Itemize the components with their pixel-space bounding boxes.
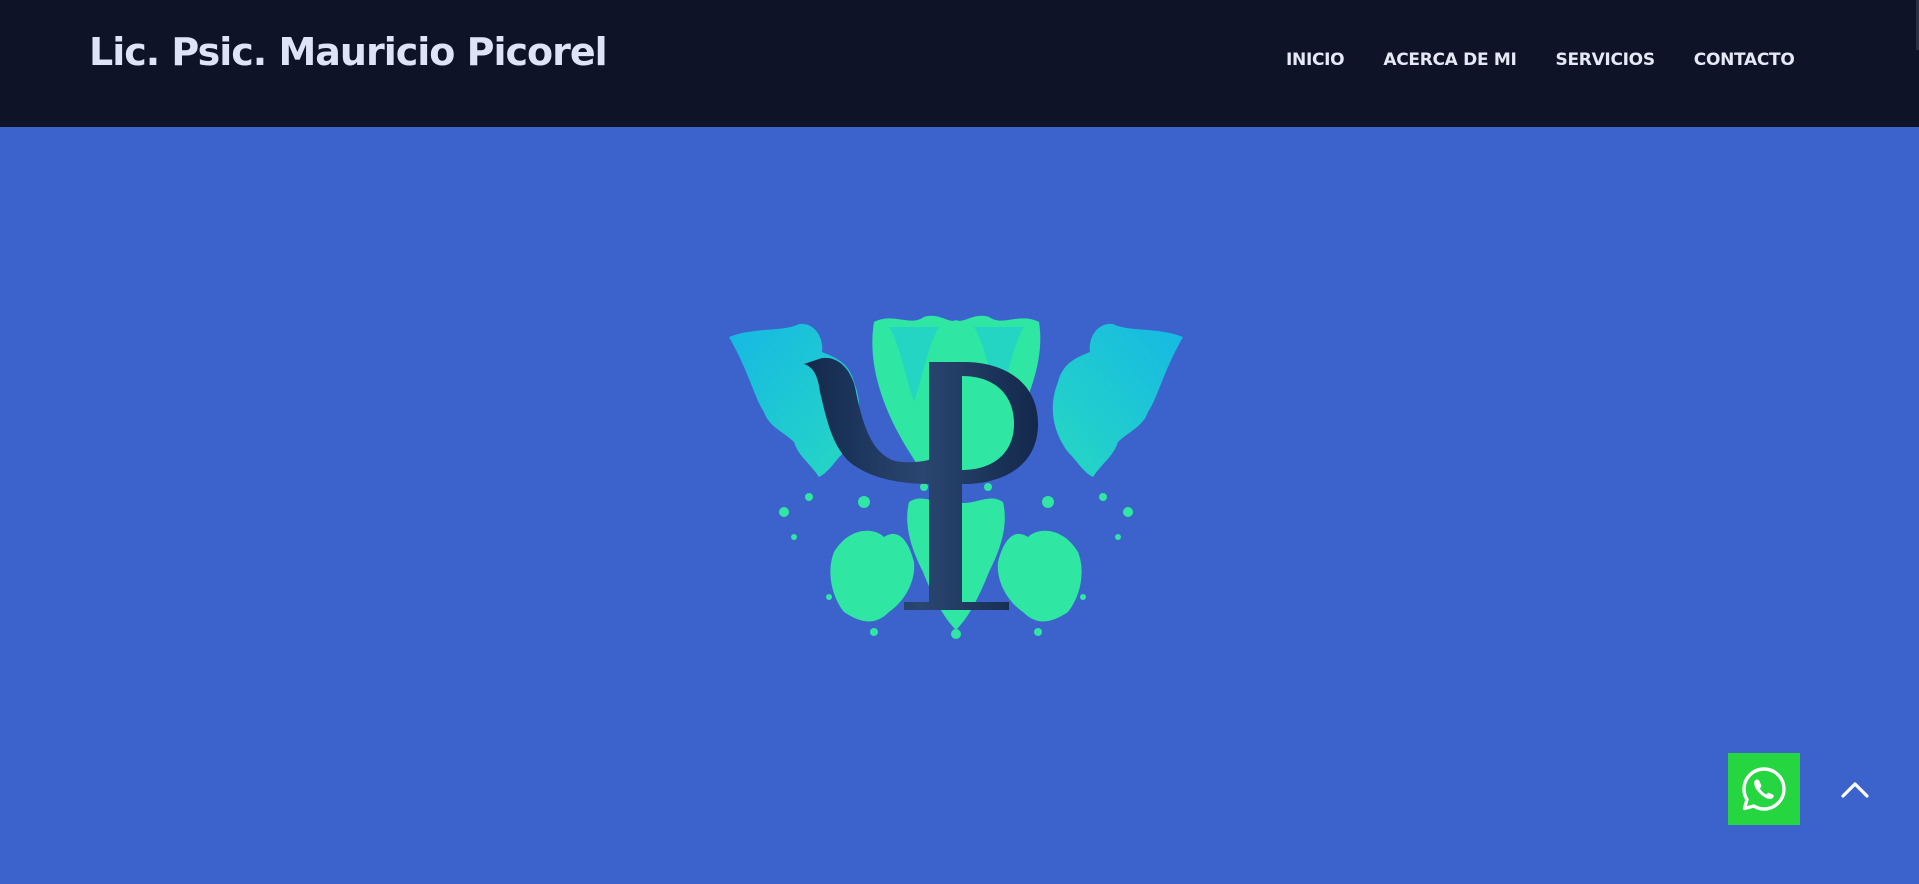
nav-item-contacto[interactable]: CONTACTO: [1694, 50, 1795, 70]
scroll-to-top-button[interactable]: [1820, 766, 1890, 812]
chevron-up-icon: [1841, 782, 1869, 798]
psi-logo-icon: [729, 315, 1183, 639]
nav-item-inicio[interactable]: INICIO: [1286, 50, 1345, 70]
whatsapp-icon: [1742, 767, 1786, 811]
nav-item-acerca-de-mi[interactable]: ACERCA DE MI: [1383, 50, 1516, 70]
site-header: Lic. Psic. Mauricio Picorel INICIO ACERC…: [0, 0, 1919, 127]
main-nav: INICIO ACERCA DE MI SERVICIOS CONTACTO: [1286, 50, 1795, 70]
whatsapp-button[interactable]: [1728, 753, 1800, 825]
nav-item-servicios[interactable]: SERVICIOS: [1556, 50, 1656, 70]
site-brand[interactable]: Lic. Psic. Mauricio Picorel: [89, 30, 608, 74]
